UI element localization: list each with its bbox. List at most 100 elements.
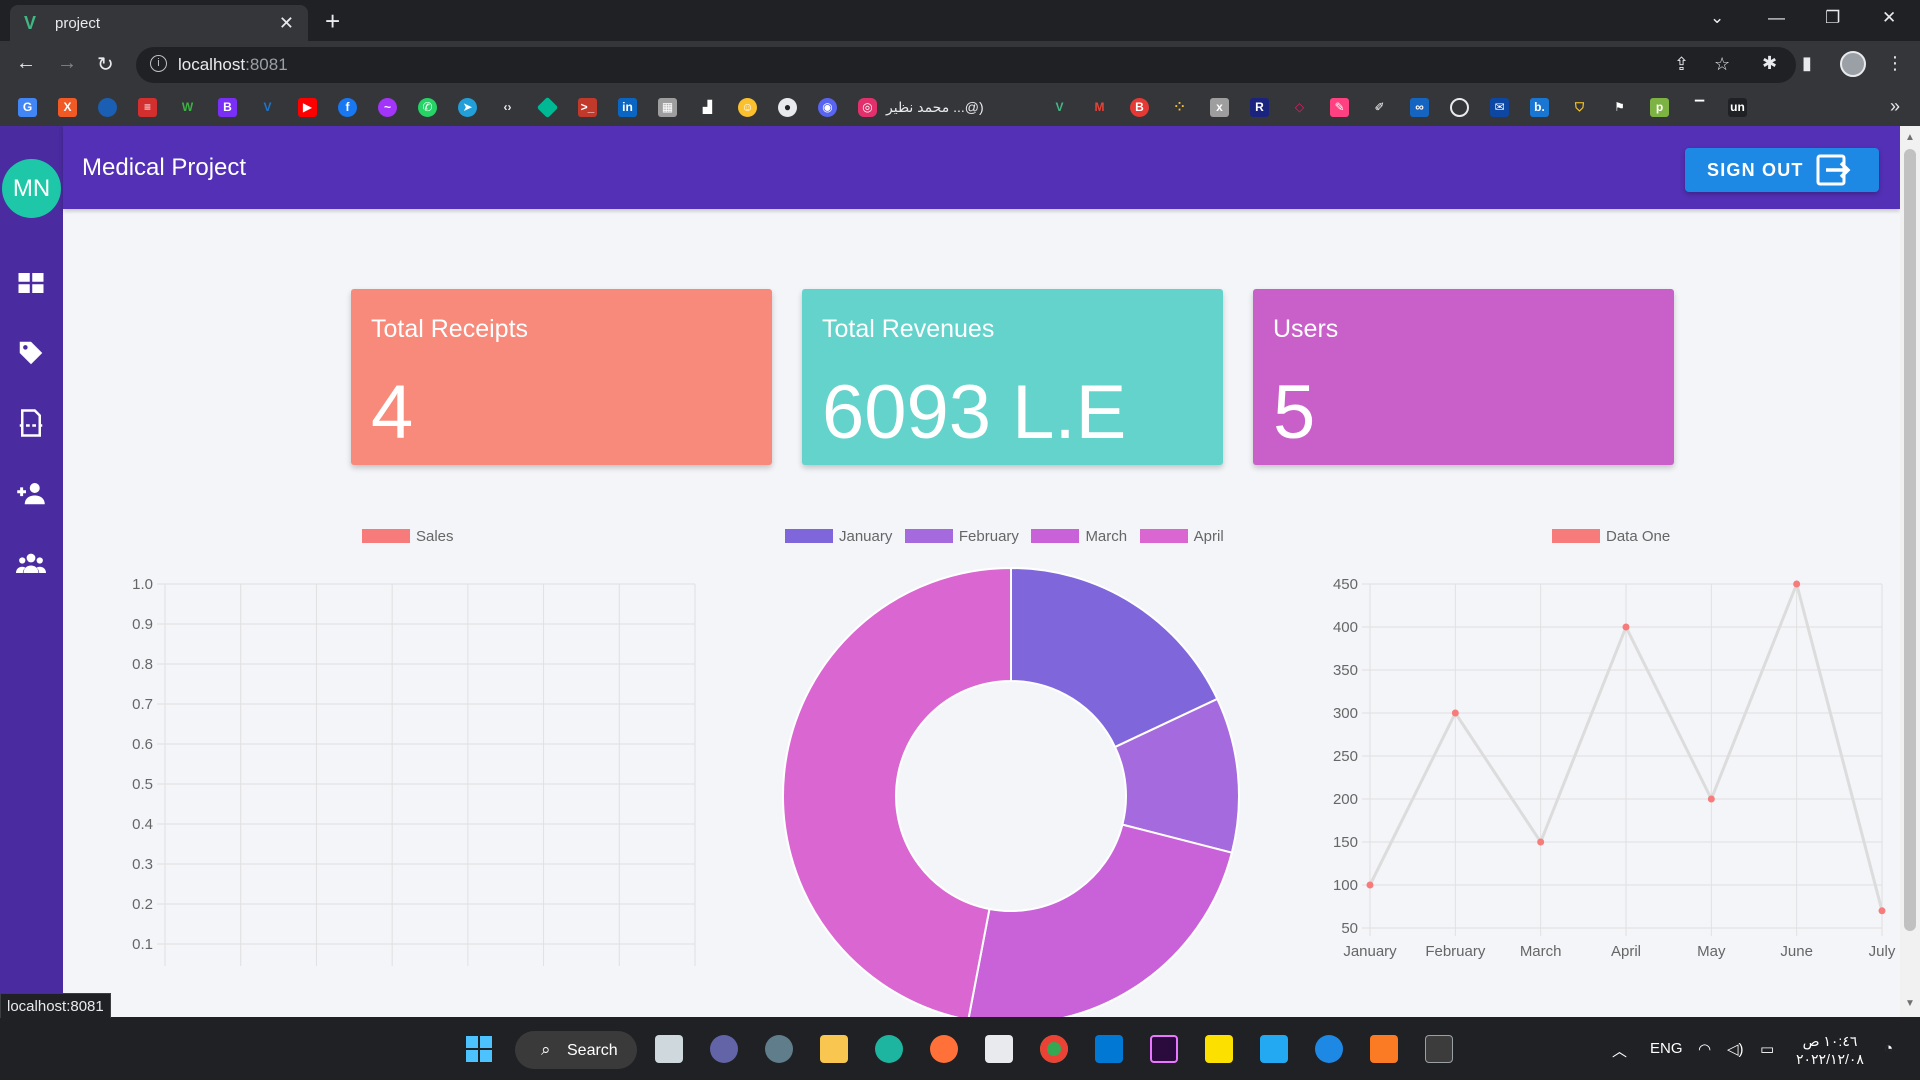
bookmark-pink-icon[interactable]: ✎	[1330, 98, 1349, 117]
bookmark-instagram-icon[interactable]: ◎	[858, 98, 877, 117]
add-user-icon[interactable]	[16, 478, 46, 508]
data-one-chart-legend[interactable]: Data One	[1552, 528, 1670, 545]
close-tab-icon[interactable]: ✕	[279, 13, 294, 34]
chrome-icon[interactable]	[1040, 1035, 1068, 1063]
bookmark-whatsapp-icon[interactable]: ✆	[418, 98, 437, 117]
vscode-icon[interactable]	[1260, 1035, 1288, 1063]
bookmark-envelope-icon[interactable]: ✉	[1490, 98, 1509, 117]
language-indicator[interactable]: ENG	[1650, 1040, 1683, 1057]
tray-chevron-icon[interactable]: ︿	[1612, 1040, 1627, 1061]
windows-start-icon[interactable]	[465, 1035, 493, 1063]
bookmark-behance-icon[interactable]: b.	[1530, 98, 1549, 117]
back-icon[interactable]: ←	[16, 52, 36, 75]
sign-out-button[interactable]: SIGN OUT	[1685, 148, 1879, 192]
teams-icon[interactable]	[710, 1035, 738, 1063]
xampp-icon[interactable]	[1370, 1035, 1398, 1063]
bookmark-figma-icon[interactable]: ◇	[1290, 98, 1309, 117]
volume-icon[interactable]: ◁)	[1727, 1040, 1744, 1058]
wifi-icon[interactable]: ◠	[1698, 1040, 1711, 1058]
menu-icon[interactable]: ⋮	[1886, 53, 1904, 74]
bookmark-v-icon[interactable]: V	[258, 98, 277, 117]
extensions-icon[interactable]: ✱	[1762, 53, 1777, 74]
terminal-icon[interactable]	[1425, 1035, 1453, 1063]
bookmark-bootstrap-icon[interactable]: B	[218, 98, 237, 117]
tag-icon[interactable]	[16, 338, 46, 368]
dashboard-icon[interactable]	[16, 268, 46, 298]
bookmark-code-icon[interactable]: ‹›	[498, 98, 517, 117]
bookmark-facebook-icon[interactable]: f	[338, 98, 357, 117]
bookmark-shield-icon[interactable]: ⛉	[1570, 98, 1589, 117]
scroll-up-icon[interactable]: ▲	[1905, 132, 1915, 143]
premiere-icon[interactable]	[1150, 1035, 1178, 1063]
bookmark-telegram-icon[interactable]: ➤	[458, 98, 477, 117]
bookmark-youtube-icon[interactable]: ▶	[298, 98, 317, 117]
avatar[interactable]: MN	[2, 159, 61, 218]
bookmark-b-icon[interactable]: B	[1130, 98, 1149, 117]
new-tab-button[interactable]: +	[325, 6, 340, 37]
store-icon[interactable]	[985, 1035, 1013, 1063]
bookmark-translate-icon[interactable]: G	[18, 98, 37, 117]
doughnut-chart[interactable]	[770, 551, 1270, 1017]
bookmark-text[interactable]: محمد نظير ...@)	[886, 99, 984, 116]
bookmark-red-icon[interactable]: ≡	[138, 98, 157, 117]
bookmark-loop-icon[interactable]: ∞	[1410, 98, 1429, 117]
bookmark-p-icon[interactable]: p	[1650, 98, 1669, 117]
bookmark-edge-icon[interactable]	[98, 98, 117, 117]
app-icon[interactable]	[1315, 1035, 1343, 1063]
bookmark-discord-icon[interactable]: ◉	[818, 98, 837, 117]
restore-button[interactable]: ❐	[1825, 8, 1840, 28]
bookmark-r-icon[interactable]: R	[1250, 98, 1269, 117]
scroll-down-icon[interactable]: ▼	[1905, 998, 1915, 1009]
edge-icon[interactable]	[875, 1035, 903, 1063]
taskbar-clock[interactable]: ١٠:٤٦ ص ٢٠٢٢/١٢/٠٨	[1796, 1032, 1864, 1068]
star-icon[interactable]: ☆	[1714, 54, 1730, 75]
bookmark-framer-icon[interactable]: ⚑	[1610, 98, 1629, 117]
bookmark-un-icon[interactable]: un	[1728, 98, 1747, 117]
doughnut-chart-legend[interactable]: January February March April	[785, 528, 1224, 545]
task-view-icon[interactable]	[655, 1035, 683, 1063]
tab-project[interactable]: V project ✕	[10, 5, 308, 41]
battery-icon[interactable]: ▭	[1760, 1040, 1774, 1058]
bookmark-xampp-icon[interactable]: X	[58, 98, 77, 117]
close-window-button[interactable]: ✕	[1882, 8, 1896, 28]
bookmark-dark2-icon[interactable]: ▔	[1690, 98, 1709, 117]
bookmark-vue-icon[interactable]: V	[1050, 98, 1069, 117]
sales-line-chart[interactable]: 1.00.90.80.70.60.50.40.30.20.1008/11/202…	[110, 546, 710, 966]
minimize-button[interactable]: —	[1768, 8, 1785, 28]
bookmark-circle-icon[interactable]	[1450, 98, 1469, 117]
tab-search-icon[interactable]: ⌄	[1710, 8, 1724, 28]
bookmark-image-icon[interactable]: ▦	[658, 98, 677, 117]
file-explorer-icon[interactable]	[820, 1035, 848, 1063]
bookmark-dark-icon[interactable]: ▟	[698, 98, 717, 117]
bookmark-terminal-icon[interactable]: >_	[578, 98, 597, 117]
share-icon[interactable]: ⇪	[1674, 54, 1689, 75]
bookmark-emoji-icon[interactable]: ☺	[738, 98, 757, 117]
data-one-line-chart[interactable]: 450 400 350 300 250 200 150 100 50 January Februar…	[1310, 546, 1900, 1006]
bookmark-github-icon[interactable]: ●	[778, 98, 797, 117]
reload-icon[interactable]: ↻	[97, 52, 114, 77]
notification-icon[interactable]: ◔	[1884, 1040, 1893, 1057]
sidepanel-icon[interactable]: ▮	[1802, 53, 1812, 74]
settings-icon[interactable]	[765, 1035, 793, 1063]
bookmark-linkedin-icon[interactable]: in	[618, 98, 637, 117]
bookmark-diamond-icon[interactable]	[536, 96, 559, 119]
users-icon[interactable]	[16, 548, 46, 578]
sticky-notes-icon[interactable]	[1205, 1035, 1233, 1063]
bookmarks-more-icon[interactable]: »	[1890, 96, 1900, 117]
page-scrollbar[interactable]: ▲ ▼	[1900, 126, 1920, 1017]
url-input[interactable]: i localhost:8081 ⇪ ☆	[136, 47, 1796, 83]
forward-icon[interactable]: →	[57, 52, 77, 75]
bookmark-messenger-icon[interactable]: ~	[378, 98, 397, 117]
mail-icon[interactable]	[1095, 1035, 1123, 1063]
site-info-icon[interactable]: i	[150, 55, 167, 72]
bookmark-dots-icon[interactable]: ⁘	[1170, 98, 1189, 117]
bookmark-x-icon[interactable]: x	[1210, 98, 1229, 117]
document-icon[interactable]	[16, 408, 46, 438]
scroll-thumb[interactable]	[1904, 149, 1916, 931]
firefox-icon[interactable]	[930, 1035, 958, 1063]
profile-avatar[interactable]	[1840, 51, 1866, 77]
taskbar-search-button[interactable]: ⌕ Search	[515, 1031, 637, 1069]
sales-chart-legend[interactable]: Sales	[362, 528, 454, 545]
bookmark-gmail-icon[interactable]: M	[1090, 98, 1109, 117]
bookmark-w-icon[interactable]: W	[178, 98, 197, 117]
